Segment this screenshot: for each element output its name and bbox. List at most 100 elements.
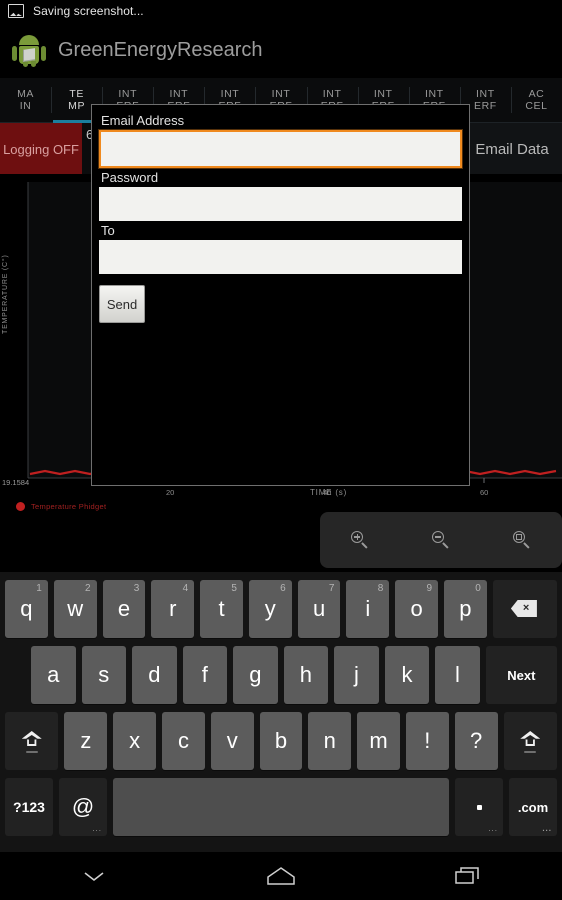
key-y[interactable]: 6 y — [248, 580, 292, 638]
key-q[interactable]: 1 q — [5, 580, 48, 638]
period-glyph — [476, 804, 482, 810]
page-title: GreenEnergyResearch — [58, 38, 263, 61]
key-label: .com — [517, 799, 549, 815]
chart-x-tick-60: 60 — [480, 488, 489, 497]
dotcom-key[interactable]: .com ... — [509, 778, 557, 836]
recents-icon — [455, 867, 480, 884]
key-l[interactable]: l — [435, 646, 480, 704]
key-o[interactable]: 9 o — [395, 580, 439, 638]
tab-label-line2: MP — [68, 100, 86, 112]
hide-keyboard-button[interactable] — [59, 856, 129, 896]
chart-y-tick-value: 19.1584 — [2, 478, 30, 487]
key-label: t — [218, 596, 225, 621]
space-key[interactable] — [113, 778, 449, 836]
key-n[interactable]: n — [308, 712, 352, 770]
recents-button[interactable] — [433, 856, 503, 896]
key-x[interactable]: x — [113, 712, 157, 770]
on-screen-keyboard: 1 q 2 w 3 e 4 r 5 t 6 y 7 u 8 i 9 o 0 p … — [0, 572, 562, 852]
key-label: z — [80, 728, 92, 753]
key-v[interactable]: v — [210, 712, 254, 770]
at-key[interactable]: @ ... — [59, 778, 107, 836]
shift-icon — [520, 731, 541, 753]
key-label: r — [169, 596, 177, 621]
key-exclamation[interactable]: ! — [405, 712, 449, 770]
tab-label-line1: INT — [322, 88, 342, 100]
email-dialog: Email Address Password To Send — [91, 104, 470, 486]
email-data-button[interactable]: Email Data — [462, 123, 562, 175]
key-label: o — [410, 596, 423, 621]
zoom-in-icon[interactable] — [350, 530, 370, 550]
tab-label-line2: ERF — [473, 100, 497, 112]
key-i[interactable]: 8 i — [346, 580, 390, 638]
chart-y-axis-label: TEMPERATURE (C°) — [2, 254, 9, 334]
zoom-out-icon[interactable] — [431, 530, 451, 550]
shift-key-right[interactable] — [503, 712, 557, 770]
key-u[interactable]: 7 u — [297, 580, 341, 638]
long-press-hint: ... — [488, 824, 498, 833]
key-label: y — [264, 596, 276, 621]
key-num-hint: 4 — [182, 583, 189, 594]
tab-main[interactable]: MA IN — [0, 78, 51, 122]
key-c[interactable]: c — [162, 712, 205, 770]
backspace-key[interactable]: × — [492, 580, 557, 638]
status-bar-text: Saving screenshot... — [33, 4, 144, 18]
keyboard-row-2: a s d f g h j k l Next — [0, 642, 562, 708]
zoom-reset-icon[interactable] — [512, 530, 532, 550]
key-label: q — [20, 596, 33, 621]
to-input[interactable] — [99, 240, 462, 274]
key-h[interactable]: h — [283, 646, 329, 704]
system-navigation-bar — [0, 852, 562, 900]
logging-toggle-button[interactable]: Logging OFF — [0, 123, 82, 175]
key-s[interactable]: s — [81, 646, 127, 704]
tab-label-line1: INT — [271, 88, 291, 100]
chart-legend: Temperature Phidget — [16, 502, 106, 511]
key-label: ? — [470, 728, 483, 753]
email-address-label: Email Address — [101, 113, 185, 128]
key-p[interactable]: 0 p — [444, 580, 487, 638]
home-button[interactable] — [246, 856, 316, 896]
key-j[interactable]: j — [334, 646, 379, 704]
password-input[interactable] — [99, 187, 462, 221]
key-question[interactable]: ? — [454, 712, 498, 770]
key-label: k — [401, 662, 413, 687]
tab-label-line1: MA — [17, 88, 35, 100]
to-label: To — [101, 223, 115, 238]
key-g[interactable]: g — [233, 646, 278, 704]
key-m[interactable]: m — [357, 712, 400, 770]
key-t[interactable]: 5 t — [200, 580, 243, 638]
key-w[interactable]: 2 w — [53, 580, 97, 638]
key-z[interactable]: z — [64, 712, 108, 770]
key-num-hint: 3 — [133, 583, 140, 594]
period-key[interactable]: ... — [455, 778, 503, 836]
next-key[interactable]: Next — [485, 646, 558, 704]
send-button[interactable]: Send — [99, 285, 145, 323]
shift-key-left[interactable] — [5, 712, 59, 770]
chart-zoom-controls — [320, 512, 562, 568]
key-r[interactable]: 4 r — [151, 580, 195, 638]
key-label: b — [274, 728, 288, 753]
symbols-key[interactable]: ?123 — [5, 778, 53, 836]
key-d[interactable]: d — [132, 646, 177, 704]
shift-icon — [21, 731, 42, 753]
email-address-input[interactable] — [99, 130, 462, 168]
home-icon — [267, 867, 295, 885]
key-label: h — [299, 662, 313, 687]
key-f[interactable]: f — [182, 646, 228, 704]
status-bar: Saving screenshot... — [0, 0, 562, 22]
key-label: s — [98, 662, 110, 687]
key-label: x — [129, 728, 141, 753]
key-label: j — [353, 662, 359, 687]
key-b[interactable]: b — [259, 712, 303, 770]
key-e[interactable]: 3 e — [102, 580, 146, 638]
tab-label-line1: INT — [373, 88, 393, 100]
key-a[interactable]: a — [30, 646, 76, 704]
key-label: w — [67, 596, 84, 621]
key-num-hint: 2 — [85, 583, 91, 594]
key-label: d — [148, 662, 161, 687]
tab-accel[interactable]: AC CEL — [510, 78, 562, 122]
keyboard-row-1: 1 q 2 w 3 e 4 r 5 t 6 y 7 u 8 i 9 o 0 p … — [0, 576, 562, 642]
key-num-hint: 0 — [475, 583, 481, 594]
key-label: v — [226, 728, 238, 753]
key-label: f — [201, 662, 208, 687]
key-k[interactable]: k — [384, 646, 430, 704]
